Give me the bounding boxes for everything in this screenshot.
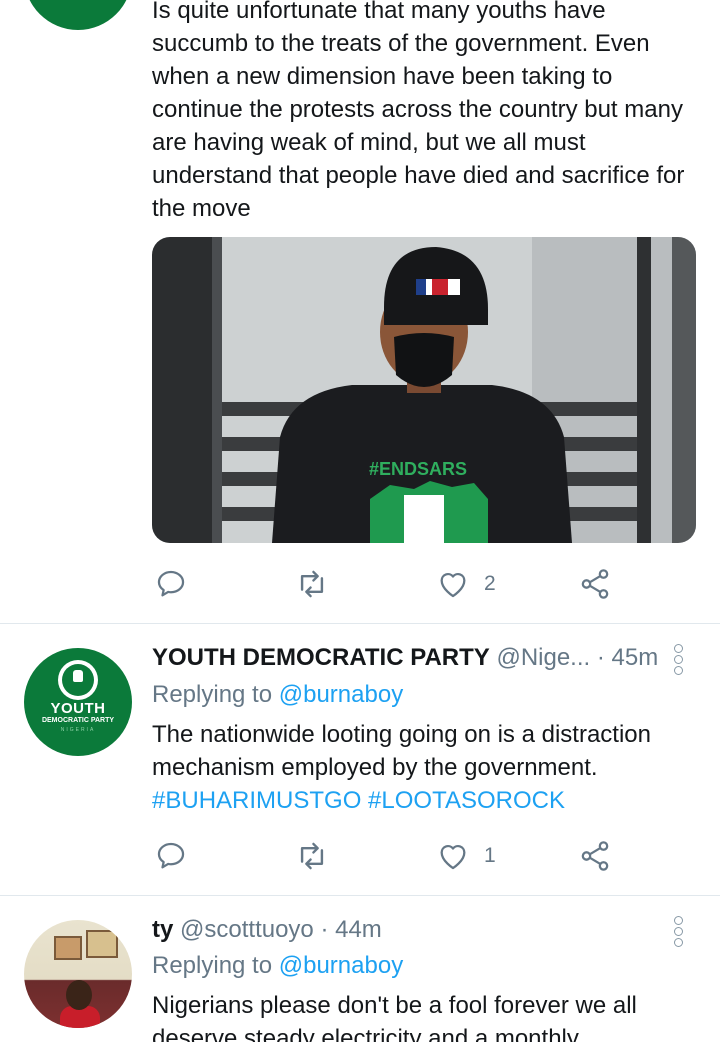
- share-icon: [581, 841, 609, 871]
- tweet-text: Is quite unfortunate that many youths ha…: [152, 0, 685, 222]
- hashtag-link[interactable]: #BUHARIMUSTGO: [152, 787, 361, 814]
- ydp-logo-text: YOUTH: [50, 700, 106, 717]
- ydp-avatar[interactable]: [24, 0, 132, 30]
- tweet-time: · 44m: [320, 916, 382, 943]
- tweet-media-photo[interactable]: #ENDSARS: [152, 237, 696, 543]
- tweet-3[interactable]: ty @scotttuoyo · 44m Replying to @burnab…: [0, 896, 720, 1042]
- share-button[interactable]: [578, 564, 612, 604]
- ydp-logo-subtext: DEMOCRATIC PARTY: [41, 717, 115, 724]
- retweet-button[interactable]: [295, 564, 329, 604]
- tweet-text-container: The nationwide looting going on is a dis…: [152, 718, 692, 817]
- tweet-time: · 45m: [596, 644, 659, 671]
- tweet-header: YOUTH DEMOCRATIC PARTY @Nige... · 45m: [152, 644, 658, 672]
- replying-to: Replying to @burnaboy: [152, 681, 403, 709]
- reply-button[interactable]: [154, 836, 188, 876]
- like-button[interactable]: 1: [436, 836, 496, 876]
- display-name[interactable]: YOUTH DEMOCRATIC PARTY: [152, 644, 490, 671]
- tweet-1[interactable]: Is quite unfortunate that many youths ha…: [0, 0, 720, 624]
- ydp-avatar[interactable]: YOUTH DEMOCRATIC PARTY NIGERIA: [24, 648, 132, 756]
- retweet-icon: [300, 570, 324, 598]
- heart-icon: [440, 845, 466, 870]
- display-name[interactable]: ty: [152, 916, 173, 943]
- replying-prefix: Replying to: [152, 681, 273, 708]
- like-button[interactable]: 2: [436, 564, 496, 604]
- share-icon: [581, 569, 609, 599]
- user-handle[interactable]: @scotttuoyo: [180, 916, 314, 943]
- replying-to: Replying to @burnaboy: [152, 952, 403, 980]
- more-vertical-icon[interactable]: [672, 916, 686, 949]
- like-count: 1: [484, 844, 496, 867]
- ydp-logo-country: NIGERIA: [60, 727, 96, 733]
- user-handle[interactable]: @Nige...: [496, 644, 590, 671]
- like-count: 2: [484, 572, 496, 595]
- replying-handle-link[interactable]: @burnaboy: [279, 681, 403, 708]
- share-button[interactable]: [578, 836, 612, 876]
- retweet-icon: [300, 842, 324, 870]
- ydp-logo-ring: [58, 660, 98, 700]
- tweet-header: ty @scotttuoyo · 44m: [152, 916, 382, 944]
- tweet-text-line: deserve steady electricity and a monthly: [152, 1025, 579, 1042]
- tweet-2[interactable]: YOUTH DEMOCRATIC PARTY NIGERIA YOUTH DEM…: [0, 624, 720, 896]
- hashtag-link[interactable]: #LOOTASOROCK: [368, 787, 565, 814]
- reply-icon: [157, 842, 185, 869]
- tweet-text-line: Nigerians please don't be a fool forever…: [152, 992, 637, 1019]
- photo-shirt-text: #ENDSARS: [369, 459, 467, 479]
- reply-icon: [157, 570, 185, 597]
- replying-handle-link[interactable]: @burnaboy: [279, 952, 403, 979]
- reply-button[interactable]: [154, 564, 188, 604]
- user-avatar[interactable]: [24, 920, 132, 1028]
- replying-prefix: Replying to: [152, 952, 273, 979]
- photo-endsars-man: #ENDSARS: [152, 237, 696, 543]
- tweet-actions: 2: [152, 564, 692, 604]
- heart-icon: [440, 573, 466, 598]
- retweet-button[interactable]: [295, 836, 329, 876]
- tweet-text-container: Nigerians please don't be a fool forever…: [152, 989, 692, 1042]
- tweet-text: The nationwide looting going on is a dis…: [152, 721, 651, 781]
- tweet-actions: 1: [152, 836, 692, 876]
- more-vertical-icon[interactable]: [672, 644, 686, 677]
